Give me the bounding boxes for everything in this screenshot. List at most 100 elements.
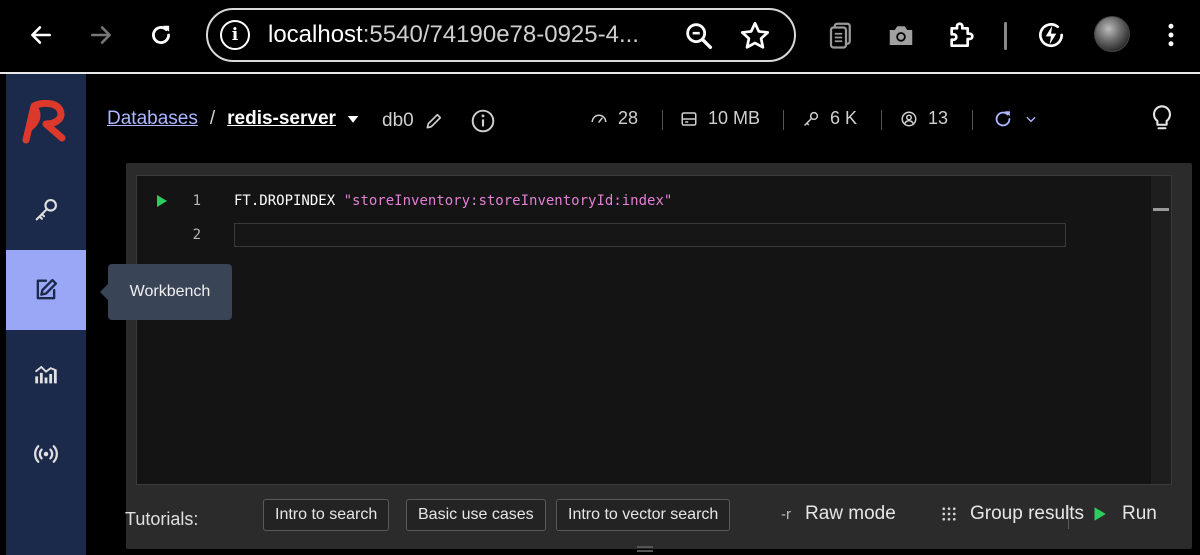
run-button[interactable]: Run [1090,503,1157,525]
redis-logo[interactable] [20,99,72,144]
performance-button[interactable] [1030,14,1072,56]
stat-divider [662,110,663,130]
sidebar-item-analytics[interactable] [6,334,86,414]
stat-keys-value: 6 K [830,108,858,128]
raw-mode-label: Raw mode [805,503,896,524]
tutorial-basic-use-cases-button[interactable]: Basic use cases [406,499,546,531]
url-host: localhost [268,21,363,48]
arrow-right-icon [91,26,111,44]
resize-handle[interactable] [637,546,653,552]
refresh-icon [995,111,1011,127]
puzzle-icon [950,22,974,47]
gutter-line: 1 [137,189,227,213]
camera-icon [889,26,913,45]
info-icon[interactable] [470,108,496,134]
tutorial-intro-search-button[interactable]: Intro to search [263,499,390,531]
browser-menu-button[interactable] [1150,14,1192,56]
reload-button[interactable] [138,12,184,58]
tooltip-text: Workbench [129,283,211,300]
extension-button[interactable] [820,14,862,56]
query-panel: 1 FT.DROPINDEX "storeInventory:storeInve… [125,163,1192,549]
editor-scrollbar[interactable] [1151,176,1171,484]
run-label: Run [1122,503,1157,524]
play-icon [1094,507,1106,521]
forward-button[interactable] [78,12,124,58]
sidebar-item-pubsub[interactable] [6,414,86,494]
breadcrumb: Databases / redis-server [107,108,362,130]
tutorials-label: Tutorials: [125,509,199,529]
grid-dots-icon [942,507,956,521]
stat-divider [972,110,973,130]
kebab-menu-icon [1168,23,1174,47]
line-number: 1 [192,193,201,209]
zoom-button[interactable] [682,19,716,53]
stat-ops: 28 [590,108,638,129]
sidebar [6,74,86,555]
command-keyword: FT.DROPINDEX [234,193,336,209]
group-results-toggle[interactable]: Group results [940,503,1084,525]
stat-clients-value: 13 [928,108,949,128]
query-editor[interactable]: 1 FT.DROPINDEX "storeInventory:storeInve… [136,175,1172,485]
stat-memory-value: 10 MB [708,108,761,128]
url-text[interactable]: localhost:5540/74190e78-0925-4... [268,21,668,49]
command-argument: "storeInventory:storeInventoryId:index" [343,193,673,209]
edit-square-icon [36,278,58,300]
stat-clients: 13 [900,108,948,129]
scroll-thumb[interactable] [1153,208,1169,211]
copy-pages-icon [829,22,851,49]
key-icon [804,111,819,126]
run-divider [1068,505,1069,529]
gutter-line: 2 [137,223,227,247]
breadcrumb-separator: / [209,108,216,129]
url-path: :5540/74190e78-0925-4... [362,21,639,48]
stat-keys: 6 K [802,108,857,129]
lightbulb-icon [1153,105,1171,130]
reload-icon [152,25,170,44]
magnifier-icon [686,23,713,50]
current-line-highlight [234,223,1066,247]
redis-logo-icon [22,99,66,144]
caret-down-icon[interactable] [344,110,362,128]
group-results-label: Group results [970,503,1085,524]
workbench-tooltip: Workbench [100,264,232,320]
lightning-circle-icon [1039,23,1064,48]
chart-icon [34,365,57,384]
database-name[interactable]: redis-server [227,108,336,130]
databases-link[interactable]: Databases [107,108,198,130]
workbench-main: Databases / redis-server db0 28 10 MB 6 … [86,74,1200,555]
browser-toolbar: i localhost:5540/74190e78-0925-4... [0,0,1200,72]
screenshot-extension-button[interactable] [880,14,922,56]
tutorial-vector-search-button[interactable]: Intro to vector search [556,499,731,531]
run-line-icon[interactable] [153,193,169,209]
stat-memory: 10 MB [680,108,760,129]
auto-refresh-control[interactable] [992,108,1048,130]
redis-insight-app: Databases / redis-server db0 28 10 MB 6 … [6,74,1200,555]
db-index-label: db0 [382,110,414,131]
db-header: Databases / redis-server db0 28 10 MB 6 … [86,74,1200,164]
broadcast-icon [34,445,58,463]
raw-mode-toggle[interactable]: -r Raw mode [781,503,896,525]
address-bar[interactable]: i localhost:5540/74190e78-0925-4... [206,8,796,62]
raw-mode-prefix: -r [781,505,791,523]
db-index: db0 [382,108,496,134]
bookmark-button[interactable] [738,19,772,53]
code-line[interactable]: FT.DROPINDEX "storeInventory:storeInvent… [234,193,672,209]
user-circle-icon [901,111,917,126]
sidebar-item-workbench[interactable] [6,250,86,330]
pencil-icon[interactable] [424,111,444,131]
star-icon [740,21,770,49]
stat-divider [881,110,882,130]
profile-avatar[interactable] [1094,16,1130,52]
stat-ops-value: 28 [618,108,639,128]
database-drive-icon [681,111,697,126]
insights-button[interactable] [1148,104,1176,139]
arrow-left-icon [31,26,51,44]
editor-footer: Tutorials: Intro to search Basic use cas… [125,485,1192,549]
speedometer-icon [591,114,607,123]
site-info-icon[interactable]: i [220,20,250,50]
back-button[interactable] [18,12,64,58]
sidebar-item-browser[interactable] [6,170,86,250]
key-icon [35,199,57,221]
chevron-down-icon [1026,116,1036,123]
extensions-menu-button[interactable] [940,14,982,56]
